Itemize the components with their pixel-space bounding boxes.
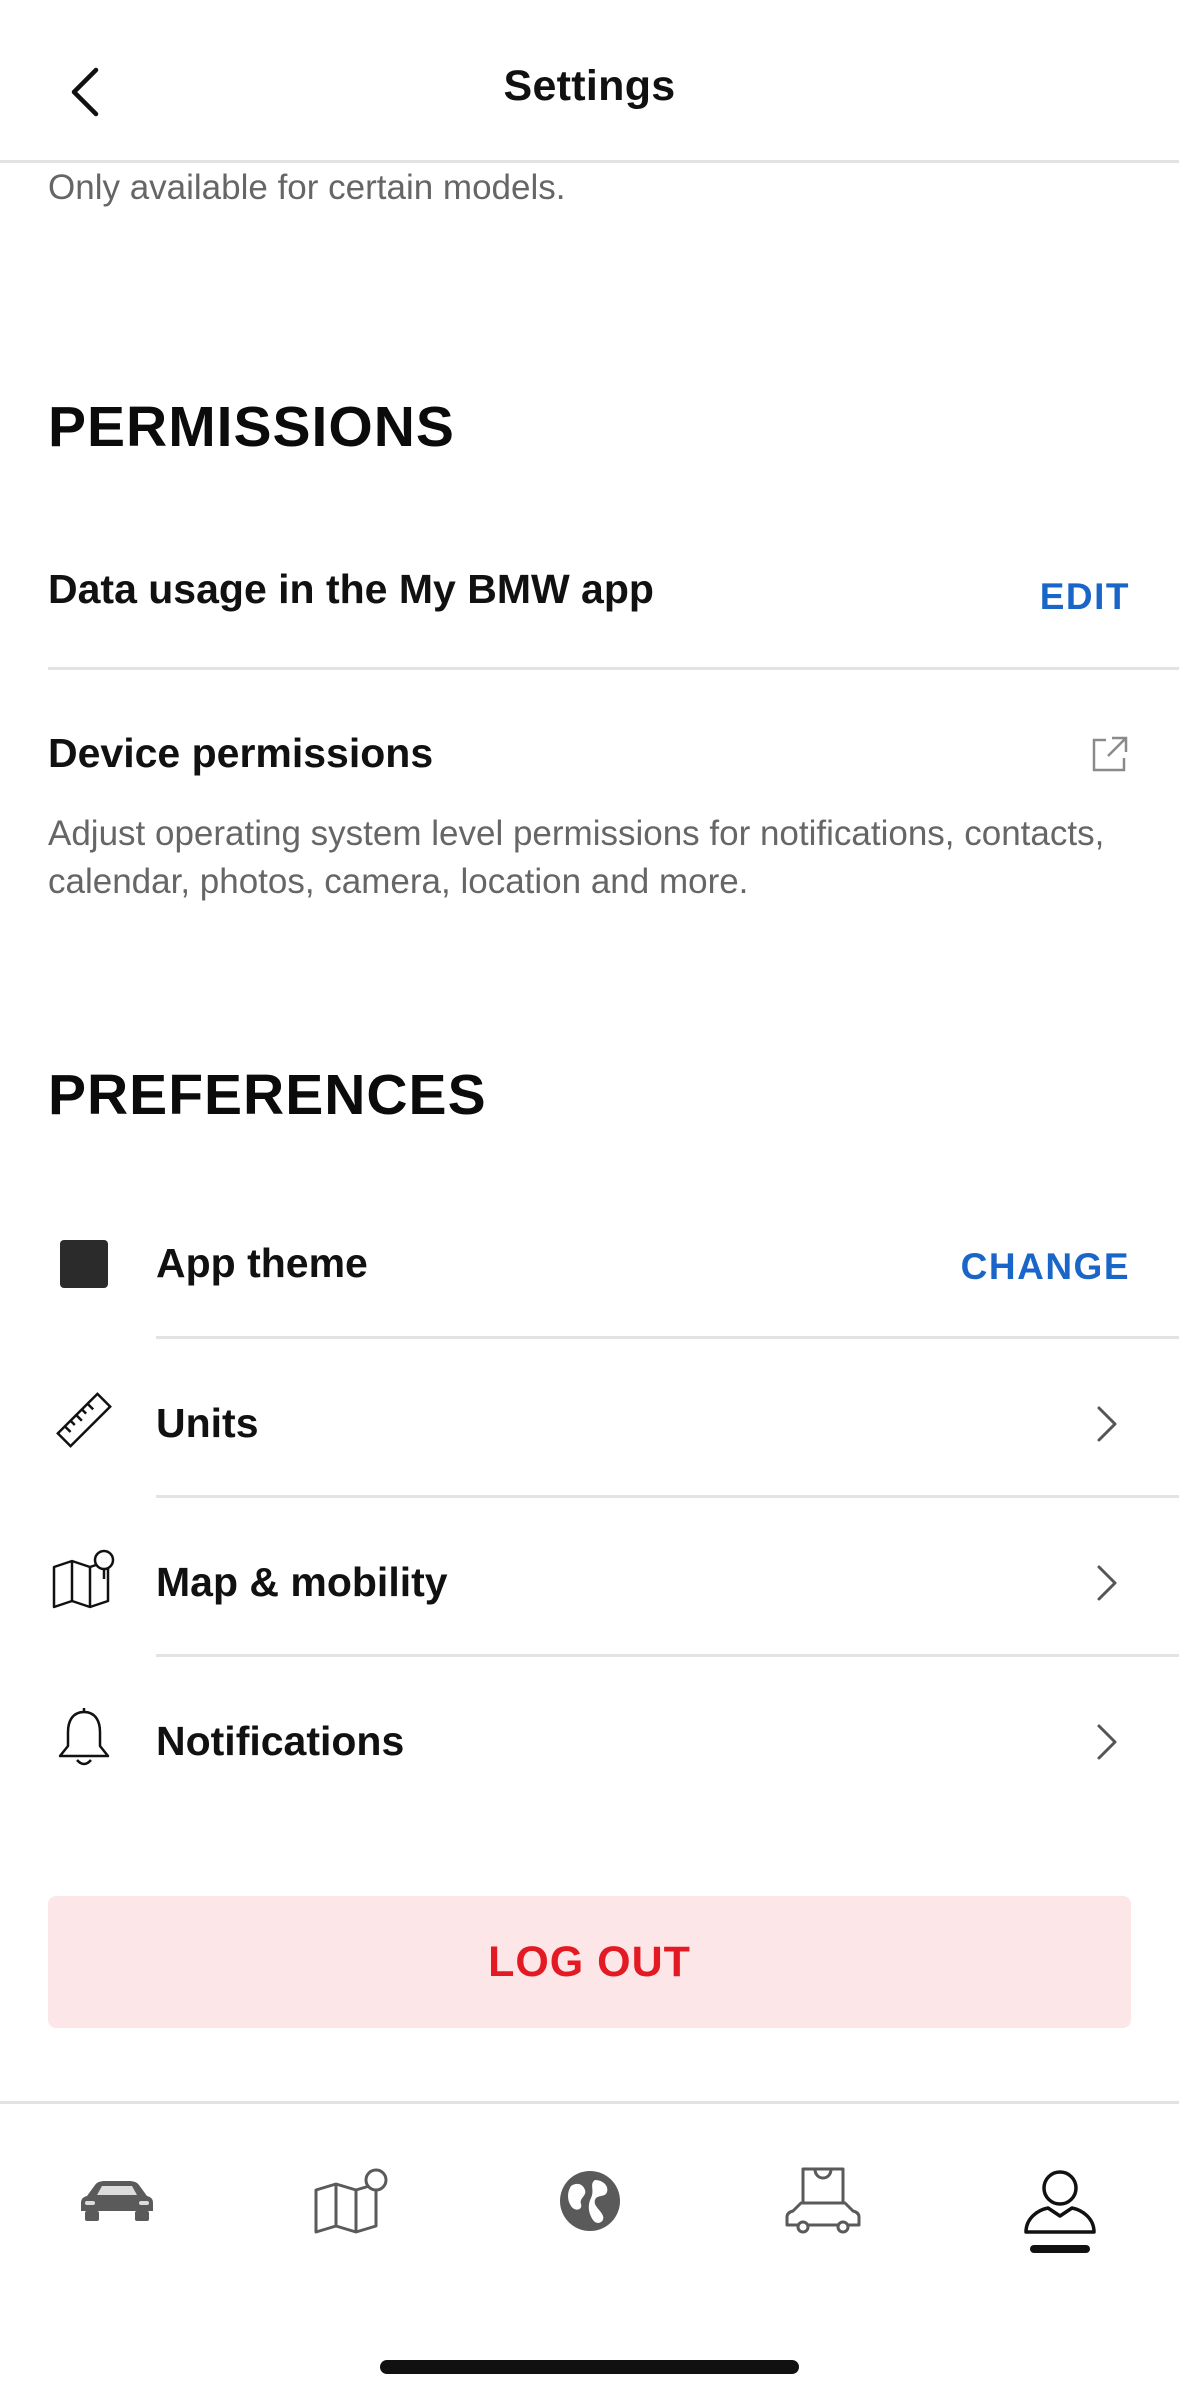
chevron-right-icon xyxy=(1087,1722,1127,1762)
device-permissions-description: Adjust operating system level permission… xyxy=(48,814,1105,901)
external-link-icon xyxy=(1092,736,1128,772)
device-permissions-row[interactable]: Device permissions Adjust operating syst… xyxy=(0,700,1179,920)
change-theme-button[interactable]: CHANGE xyxy=(961,1246,1130,1288)
chevron-right-icon xyxy=(1087,1563,1127,1603)
shopping-bag-car-icon xyxy=(785,2167,861,2234)
active-tab-indicator xyxy=(1030,2245,1090,2253)
map-mobility-label: Map & mobility xyxy=(156,1559,448,1605)
ruler-icon xyxy=(48,1384,120,1456)
logout-button[interactable]: LOG OUT xyxy=(48,1896,1131,2028)
tab-profile[interactable] xyxy=(1005,2156,1115,2246)
app-theme-label: App theme xyxy=(156,1240,368,1286)
tab-vehicle[interactable] xyxy=(62,2156,172,2246)
divider xyxy=(156,1495,1179,1498)
tab-shop[interactable] xyxy=(768,2156,878,2246)
profile-icon xyxy=(1024,2170,1096,2234)
divider xyxy=(156,1654,1179,1657)
units-label: Units xyxy=(156,1400,259,1446)
bottom-tab-bar xyxy=(0,2101,1179,2399)
device-permissions-title: Device permissions xyxy=(48,730,434,776)
chevron-right-icon xyxy=(1087,1404,1127,1444)
map-icon xyxy=(314,2168,388,2234)
app-theme-row: App theme CHANGE xyxy=(0,1186,1179,1344)
units-row[interactable]: Units xyxy=(0,1346,1179,1504)
availability-note: Only available for certain models. xyxy=(48,168,566,207)
theme-swatch-icon xyxy=(48,1228,120,1300)
preferences-heading: PREFERENCES xyxy=(48,1063,487,1127)
map-pin-icon xyxy=(48,1543,120,1615)
data-usage-title: Data usage in the My BMW app xyxy=(48,566,654,612)
page-title: Settings xyxy=(503,62,676,110)
edit-data-usage-button[interactable]: EDIT xyxy=(1040,576,1130,618)
divider xyxy=(48,667,1179,670)
top-bar: Settings xyxy=(0,0,1179,163)
map-mobility-row[interactable]: Map & mobility xyxy=(0,1505,1179,1663)
notifications-label: Notifications xyxy=(156,1718,405,1764)
tab-map[interactable] xyxy=(297,2156,407,2246)
car-icon xyxy=(81,2181,153,2221)
permissions-heading: PERMISSIONS xyxy=(48,395,455,459)
globe-icon xyxy=(560,2171,620,2231)
bell-icon xyxy=(48,1702,120,1774)
divider xyxy=(156,1336,1179,1339)
home-indicator xyxy=(380,2360,799,2374)
tab-discover[interactable] xyxy=(535,2156,645,2246)
notifications-row[interactable]: Notifications xyxy=(0,1664,1179,1822)
